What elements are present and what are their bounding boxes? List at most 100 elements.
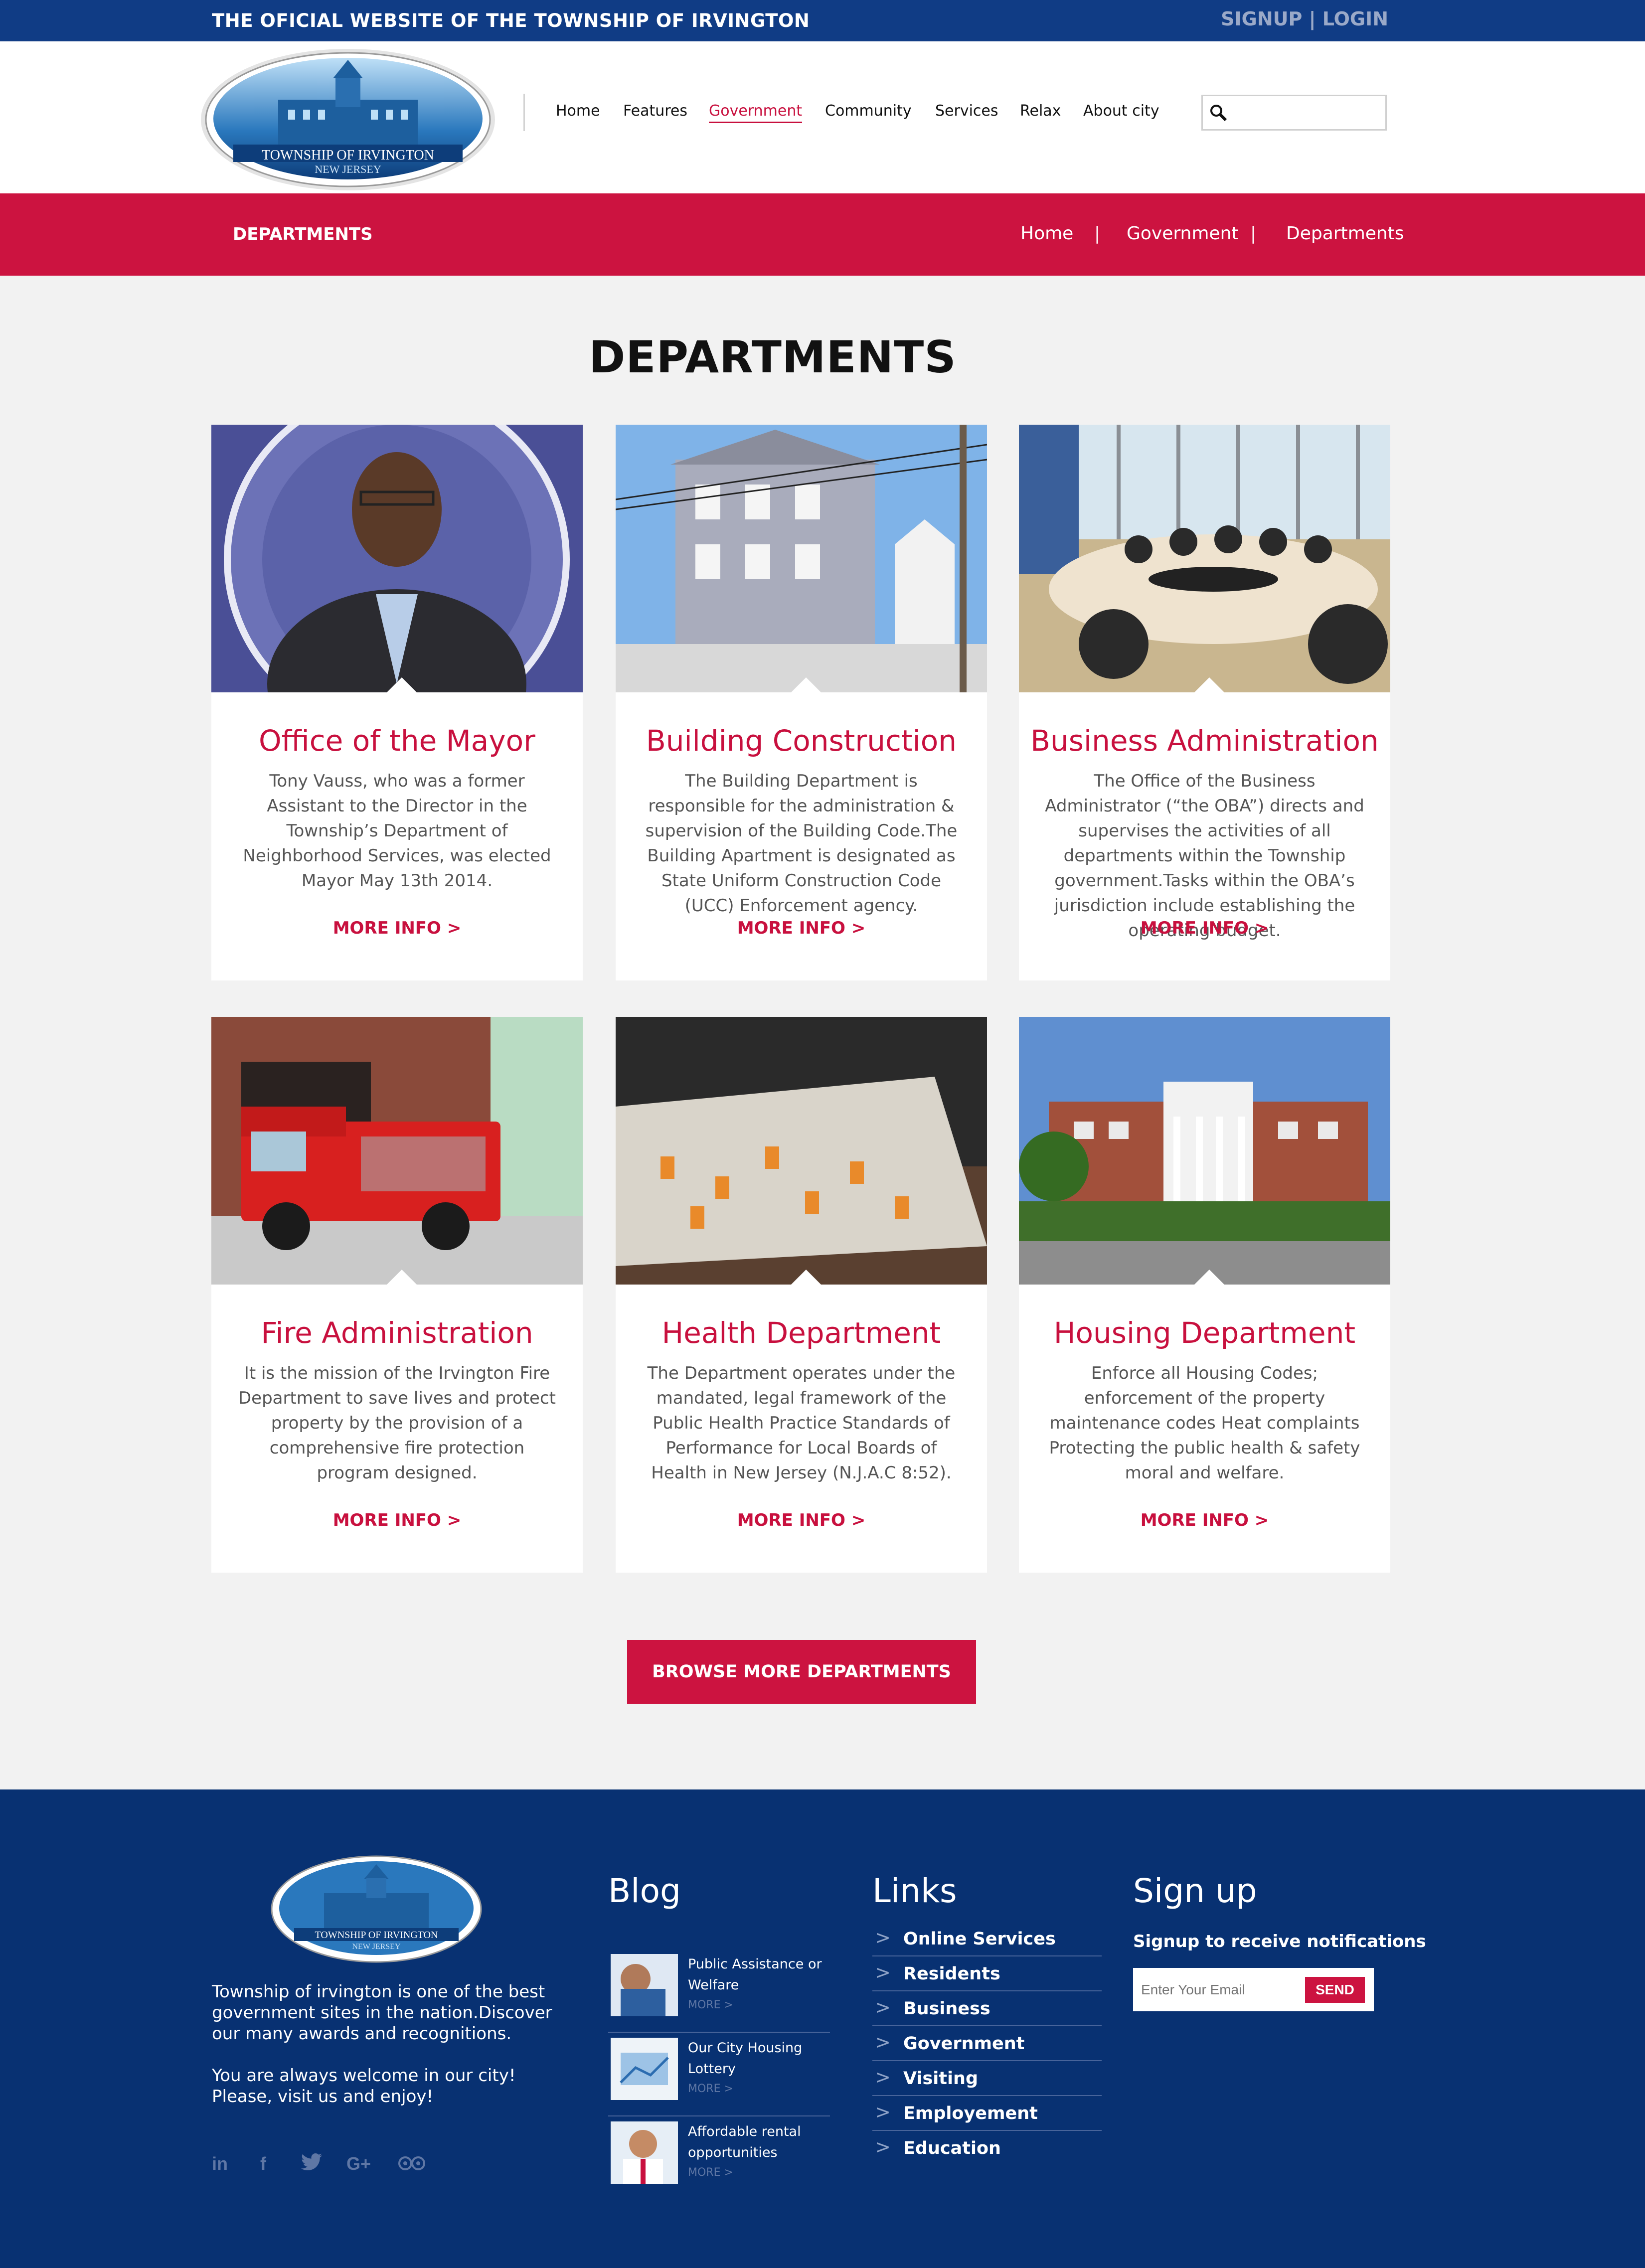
blog-item[interactable]: Our City Housing Lottery MORE >: [608, 2033, 830, 2116]
more-info-link[interactable]: MORE INFO >: [1019, 918, 1390, 938]
building-photo: [616, 425, 987, 692]
blog-more-link[interactable]: MORE >: [688, 2166, 733, 2179]
linkedin-icon[interactable]: in: [212, 2153, 228, 2174]
more-info-link[interactable]: MORE INFO >: [1019, 1510, 1390, 1530]
blog-item[interactable]: Public Assistance or Welfare MORE >: [608, 1949, 830, 2033]
card-title[interactable]: Fire Administration: [211, 1316, 583, 1350]
department-card-building: Building Construction The Building Depar…: [616, 425, 987, 980]
card-title[interactable]: Health Department: [616, 1316, 987, 1350]
department-card-housing: Housing Department Enforce all Housing C…: [1019, 1017, 1390, 1573]
meeting-photo: [1019, 425, 1390, 692]
pills-photo: [616, 1017, 987, 1285]
nav-services[interactable]: Services: [935, 102, 998, 120]
blog-item[interactable]: Affordable rental opportunities MORE >: [608, 2116, 830, 2200]
footer-link-education[interactable]: > Education: [872, 2131, 1102, 2166]
department-card-mayor: Office of the Mayor Tony Vauss, who was …: [211, 425, 583, 980]
search-box[interactable]: [1201, 95, 1387, 131]
chevron-right-icon: >: [875, 2101, 891, 2123]
logo-text-line2: NEW JERSEY: [315, 163, 381, 175]
footer-link-employement[interactable]: > Employement: [872, 2096, 1102, 2131]
card-title[interactable]: Office of the Mayor: [211, 724, 583, 758]
page-title: DEPARTMENTS: [589, 331, 957, 383]
fire-truck-photo: [211, 1017, 583, 1285]
chevron-right-icon: >: [875, 1961, 891, 1983]
blog-title[interactable]: Public Assistance or Welfare: [688, 1954, 830, 1996]
crumb-separator: |: [1094, 223, 1101, 244]
chevron-right-icon: >: [875, 1927, 891, 1948]
more-info-link[interactable]: MORE INFO >: [211, 1510, 583, 1530]
blog-thumbnail: [611, 2121, 678, 2184]
township-logo[interactable]: TOWNSHIP OF IRVINGTON NEW JERSEY: [198, 47, 497, 192]
footer-link-government[interactable]: > Government: [872, 2026, 1102, 2061]
blog-more-link[interactable]: MORE >: [688, 2083, 733, 2095]
nav-features[interactable]: Features: [623, 102, 687, 120]
card-text: The Building Department is responsible f…: [645, 771, 958, 916]
department-card-health: Health Department The Department operate…: [616, 1017, 987, 1573]
nav-government[interactable]: Government: [709, 102, 803, 123]
crumb-government[interactable]: Government: [1127, 223, 1239, 244]
nav-home[interactable]: Home: [556, 102, 600, 120]
links-heading: Links: [872, 1872, 957, 1910]
section-banner: DEPARTMENTS Home | Government | Departme…: [0, 193, 1645, 276]
facebook-icon[interactable]: f: [260, 2153, 266, 2174]
footer-logo-line2: NEW JERSEY: [352, 1943, 400, 1951]
login-link[interactable]: LOGIN: [1322, 8, 1388, 30]
footer-logo[interactable]: TOWNSHIP OF IRVINGTON NEW JERSEY: [269, 1854, 484, 1964]
footer: TOWNSHIP OF IRVINGTON NEW JERSEY Townshi…: [0, 1789, 1645, 2268]
email-field[interactable]: [1141, 1976, 1306, 2004]
about-paragraph-2: You are always welcome in our city! Plea…: [212, 2066, 516, 2106]
signup-form: SEND: [1133, 1968, 1374, 2011]
department-card-business: Business Administration The Office of th…: [1019, 425, 1390, 980]
signup-link[interactable]: SIGNUP: [1221, 8, 1302, 30]
footer-about: Township of irvington is one of the best…: [212, 1981, 571, 2107]
chevron-right-icon: >: [875, 2066, 891, 2088]
card-title[interactable]: Business Administration: [1019, 724, 1390, 758]
signup-subtitle: Signup to receive notifications: [1133, 1932, 1426, 1951]
card-title[interactable]: Building Construction: [616, 724, 987, 758]
footer-link-business[interactable]: > Business: [872, 1991, 1102, 2026]
blog-list: Public Assistance or Welfare MORE > Our …: [608, 1949, 830, 2200]
more-info-link[interactable]: MORE INFO >: [616, 1510, 987, 1530]
chevron-right-icon: >: [875, 2031, 891, 2053]
footer-links: > Online Services > Residents > Business > G…: [872, 1922, 1102, 2166]
twitter-icon[interactable]: [301, 2153, 323, 2176]
site-tagline: THE OFICIAL WEBSITE OF THE TOWNSHIP OF I…: [212, 10, 810, 31]
card-text: The Department operates under the mandat…: [647, 1363, 956, 1483]
blog-title[interactable]: Affordable rental opportunities: [688, 2121, 830, 2163]
crumb-separator: |: [1250, 223, 1257, 244]
send-button[interactable]: SEND: [1305, 1977, 1365, 2003]
blog-title[interactable]: Our City Housing Lottery: [688, 2038, 830, 2080]
department-card-fire: Fire Administration It is the mission of…: [211, 1017, 583, 1573]
signup-heading: Sign up: [1133, 1872, 1257, 1910]
search-icon[interactable]: [1209, 103, 1229, 123]
housing-photo: [1019, 1017, 1390, 1285]
about-paragraph-1: Township of irvington is one of the best…: [212, 1982, 552, 2044]
header: TOWNSHIP OF IRVINGTON NEW JERSEY Home Fe…: [0, 41, 1645, 193]
browse-more-departments-button[interactable]: BROWSE MORE DEPARTMENTS: [627, 1640, 976, 1704]
footer-link-online-services[interactable]: > Online Services: [872, 1922, 1102, 1956]
card-text: Enforce all Housing Codes; enforcement o…: [1049, 1363, 1360, 1483]
blog-thumbnail: [611, 1954, 678, 2016]
blog-thumbnail: [611, 2038, 678, 2100]
blog-more-link[interactable]: MORE >: [688, 1999, 733, 2011]
auth-links: SIGNUP | LOGIN: [1221, 8, 1388, 30]
banner-label: DEPARTMENTS: [233, 224, 373, 244]
googleplus-icon[interactable]: G+: [346, 2153, 371, 2174]
crumb-departments[interactable]: Departments: [1286, 223, 1404, 244]
more-info-link[interactable]: MORE INFO >: [211, 918, 583, 938]
footer-link-visiting[interactable]: > Visiting: [872, 2061, 1102, 2096]
nav-relax[interactable]: Relax: [1020, 102, 1061, 120]
footer-link-residents[interactable]: > Residents: [872, 1956, 1102, 1991]
nav-community[interactable]: Community: [825, 102, 912, 120]
more-info-link[interactable]: MORE INFO >: [616, 918, 987, 938]
footer-logo-line1: TOWNSHIP OF IRVINGTON: [315, 1930, 438, 1941]
card-title[interactable]: Housing Department: [1019, 1316, 1390, 1350]
chevron-right-icon: >: [875, 2136, 891, 2158]
nav-about-city[interactable]: About city: [1083, 102, 1159, 120]
logo-text-line1: TOWNSHIP OF IRVINGTON: [262, 148, 434, 163]
header-divider: [523, 94, 525, 131]
top-bar: THE OFICIAL WEBSITE OF THE TOWNSHIP OF I…: [0, 0, 1645, 41]
crumb-home[interactable]: Home: [1020, 223, 1073, 244]
search-input[interactable]: [1233, 100, 1382, 126]
tripadvisor-icon[interactable]: [397, 2153, 426, 2176]
